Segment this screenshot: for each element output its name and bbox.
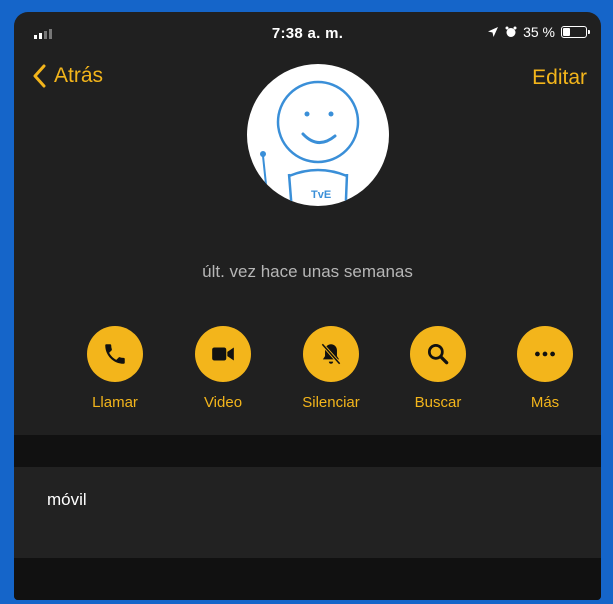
mute-button-label: Silenciar bbox=[302, 394, 360, 411]
contact-info-screen: 7:38 a. m. 35 % Atrás Editar TvE últ. ve… bbox=[14, 12, 601, 600]
chevron-left-icon bbox=[33, 64, 46, 88]
mute-button[interactable]: Silenciar bbox=[286, 326, 376, 411]
video-button[interactable]: Video bbox=[178, 326, 268, 411]
edit-button[interactable]: Editar bbox=[532, 66, 587, 90]
call-button[interactable]: Llamar bbox=[70, 326, 160, 411]
section-divider bbox=[14, 435, 601, 467]
more-icon bbox=[535, 351, 555, 357]
device-frame: 7:38 a. m. 35 % Atrás Editar TvE últ. ve… bbox=[0, 0, 613, 604]
avatar-drawing: TvE bbox=[260, 80, 360, 206]
back-button[interactable]: Atrás bbox=[32, 64, 103, 88]
status-bar: 7:38 a. m. 35 % bbox=[14, 12, 601, 50]
phone-type-label: móvil bbox=[47, 490, 87, 509]
search-button[interactable]: Buscar bbox=[393, 326, 483, 411]
section-divider-bottom bbox=[14, 558, 601, 600]
alarm-clock-icon bbox=[505, 26, 517, 38]
search-icon bbox=[427, 343, 449, 365]
avatar-text: TvE bbox=[311, 189, 331, 201]
location-arrow-icon bbox=[487, 26, 499, 38]
action-bar: Llamar Video Silenciar Buscar Más bbox=[14, 326, 601, 436]
last-seen-status: últ. vez hace unas semanas bbox=[202, 262, 413, 281]
more-button-label: Más bbox=[530, 394, 560, 411]
phone-number-row[interactable]: móvil bbox=[14, 467, 601, 558]
video-button-label: Video bbox=[203, 394, 243, 411]
battery-percent: 35 % bbox=[523, 24, 555, 40]
avatar[interactable]: TvE bbox=[247, 64, 389, 206]
bell-slash-icon bbox=[321, 343, 341, 365]
back-button-label: Atrás bbox=[54, 64, 104, 87]
more-button[interactable]: Más bbox=[500, 326, 590, 411]
phone-icon bbox=[105, 344, 125, 364]
search-button-label: Buscar bbox=[414, 394, 462, 411]
status-right-group: 35 % bbox=[487, 24, 590, 40]
call-button-label: Llamar bbox=[92, 394, 138, 411]
battery-icon bbox=[561, 26, 590, 38]
battery-fill bbox=[563, 28, 571, 36]
video-camera-icon bbox=[212, 347, 234, 361]
